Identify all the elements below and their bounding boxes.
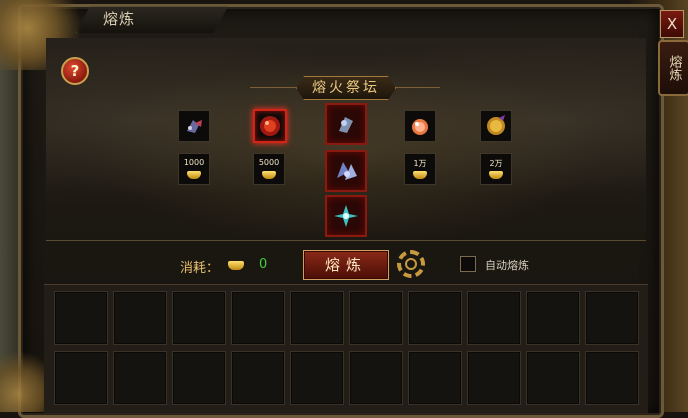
blue-ore-icon bbox=[339, 117, 353, 133]
title-tab bbox=[76, 6, 228, 33]
altar-item-slot[interactable] bbox=[404, 110, 436, 142]
cost-slot: 1000 bbox=[178, 153, 210, 185]
inventory-slot[interactable] bbox=[113, 351, 167, 405]
inventory-slot[interactable] bbox=[231, 291, 285, 345]
inventory-slot[interactable] bbox=[172, 351, 226, 405]
inventory-slot[interactable] bbox=[585, 291, 639, 345]
crystal-cluster-icon bbox=[337, 162, 357, 180]
inventory-grid bbox=[44, 284, 648, 413]
inventory-slot[interactable] bbox=[349, 291, 403, 345]
orange-crystal-icon bbox=[412, 119, 428, 135]
altar-item-slot[interactable] bbox=[480, 110, 512, 142]
inventory-slot[interactable] bbox=[231, 351, 285, 405]
inventory-slot[interactable] bbox=[54, 291, 108, 345]
gold-ingot-icon bbox=[228, 261, 244, 270]
dark-gem-icon bbox=[187, 120, 202, 133]
altar-center-slot[interactable] bbox=[325, 103, 367, 145]
cost-amount: 5000 bbox=[258, 158, 280, 167]
cost-amount: 1万 bbox=[413, 159, 427, 168]
gold-ingot-icon bbox=[413, 171, 427, 179]
gold-coin-icon bbox=[487, 115, 505, 135]
altar-title: 熔火祭坛 bbox=[296, 76, 396, 100]
cost-slot: 1万 bbox=[404, 153, 436, 185]
altar-title-line-right bbox=[394, 87, 440, 88]
cost-amount: 1000 bbox=[183, 158, 205, 167]
settings-gear-center bbox=[405, 258, 417, 270]
inventory-slot[interactable] bbox=[526, 351, 580, 405]
consume-label: 消耗： bbox=[180, 261, 220, 276]
inventory-slot[interactable] bbox=[467, 291, 521, 345]
gold-ingot-icon bbox=[262, 171, 276, 179]
inventory-slot[interactable] bbox=[54, 351, 108, 405]
altar-item-slot-selected[interactable] bbox=[253, 109, 287, 143]
inventory-slot[interactable] bbox=[467, 351, 521, 405]
gold-ingot-icon bbox=[187, 171, 201, 179]
cost-amount: 2万 bbox=[489, 159, 503, 168]
consume-value: 0 bbox=[259, 257, 268, 272]
red-orb-icon bbox=[260, 116, 280, 136]
inventory-slot[interactable] bbox=[408, 351, 462, 405]
help-button[interactable]: ? bbox=[61, 57, 89, 85]
gold-ingot-icon bbox=[489, 171, 503, 179]
inventory-slot[interactable] bbox=[290, 351, 344, 405]
inventory-slot[interactable] bbox=[408, 291, 462, 345]
inventory-slot[interactable] bbox=[526, 291, 580, 345]
teal-crystal-icon bbox=[334, 205, 358, 227]
inventory-slot[interactable] bbox=[113, 291, 167, 345]
inventory-slot[interactable] bbox=[585, 351, 639, 405]
auto-smelt-label: 自动熔炼 bbox=[485, 259, 529, 272]
smelt-button[interactable]: 熔炼 bbox=[303, 250, 389, 280]
inventory-slot[interactable] bbox=[290, 291, 344, 345]
auto-smelt-checkbox[interactable] bbox=[460, 256, 476, 272]
close-button[interactable]: X bbox=[660, 10, 684, 38]
cost-slot: 2万 bbox=[480, 153, 512, 185]
cost-slot: 5000 bbox=[253, 153, 285, 185]
tab-smelting[interactable]: 熔炼 bbox=[658, 40, 688, 96]
section-divider bbox=[46, 240, 646, 241]
altar-item-slot[interactable] bbox=[178, 110, 210, 142]
altar-title-line-left bbox=[250, 87, 296, 88]
inventory-slot[interactable] bbox=[349, 351, 403, 405]
inventory-slot[interactable] bbox=[172, 291, 226, 345]
altar-center-slot[interactable] bbox=[325, 195, 367, 237]
altar-center-slot[interactable] bbox=[325, 150, 367, 192]
window-title: 熔炼 bbox=[103, 10, 136, 28]
